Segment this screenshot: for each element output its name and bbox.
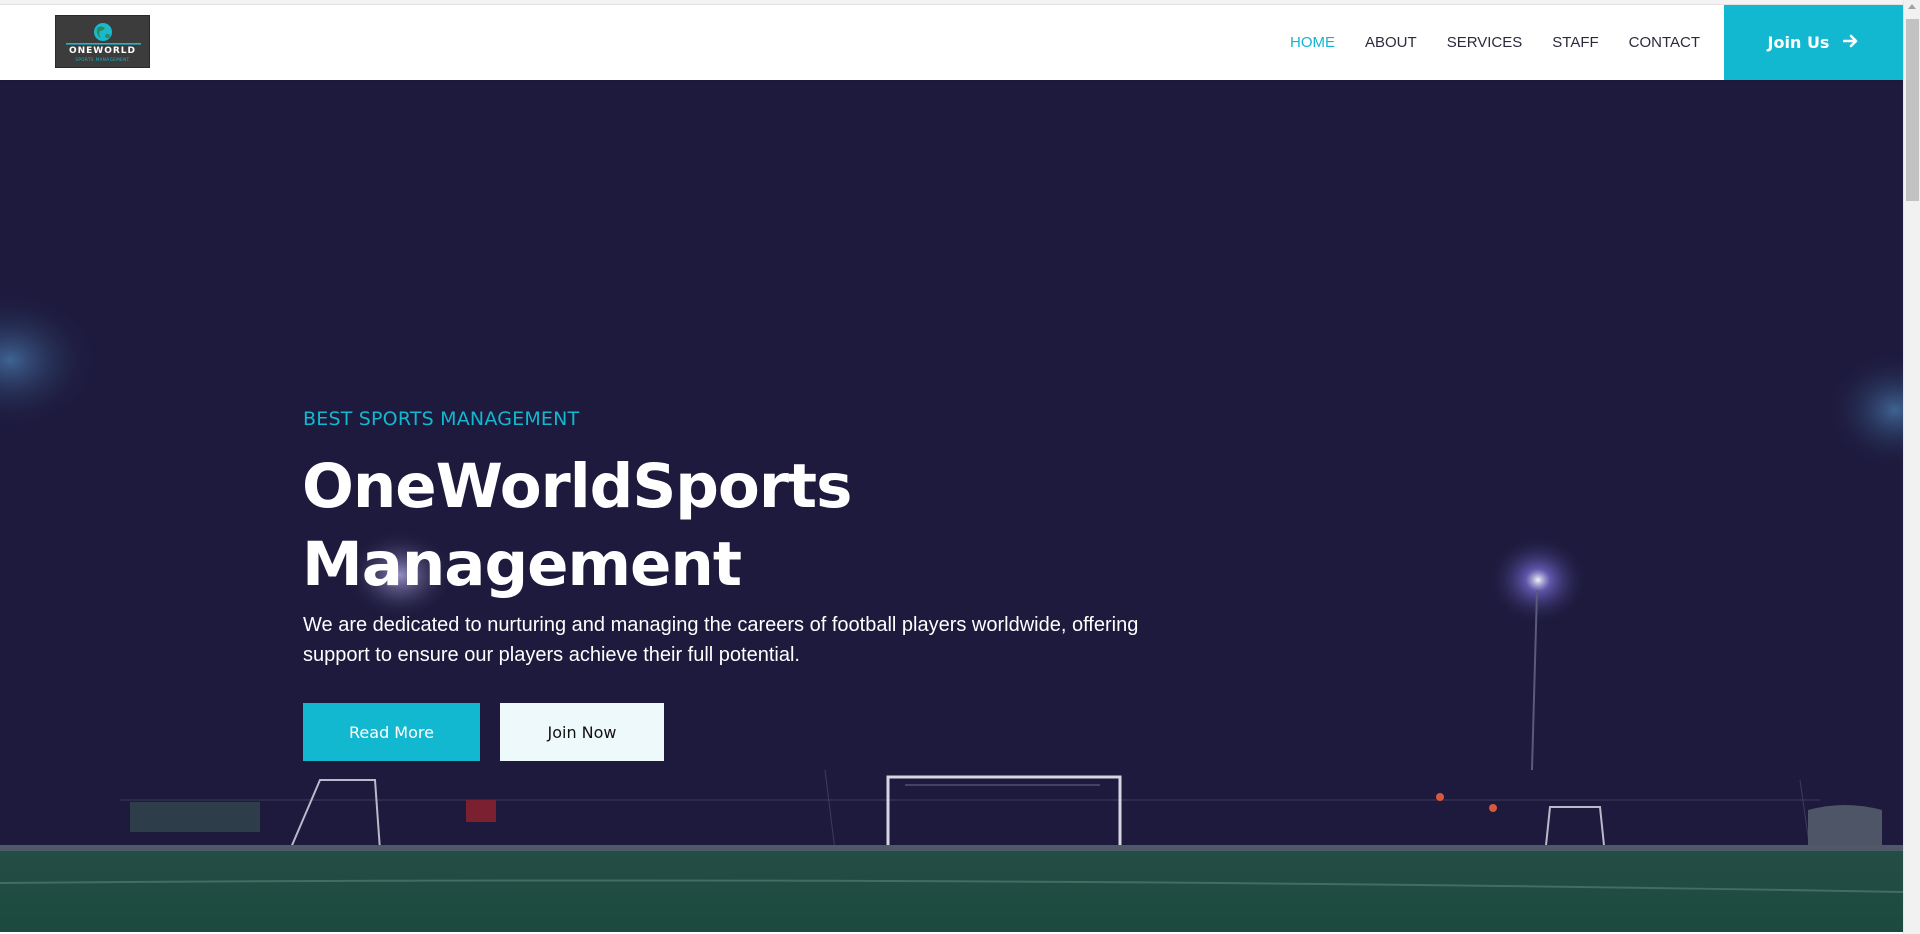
join-us-label: Join Us bbox=[1767, 33, 1830, 52]
arrow-right-icon bbox=[1843, 33, 1859, 52]
hero-description: We are dedicated to nurturing and managi… bbox=[303, 614, 1139, 666]
hero-title: OneWorldSports Management bbox=[302, 448, 1202, 604]
join-us-button[interactable]: Join Us bbox=[1724, 5, 1903, 80]
vertical-scrollbar[interactable] bbox=[1903, 0, 1920, 934]
hero-title-line-1: OneWorldSports bbox=[302, 451, 852, 522]
hero-eyebrow: BEST SPORTS MANAGEMENT bbox=[303, 408, 580, 430]
scrollbar-thumb[interactable] bbox=[1906, 19, 1919, 201]
nav-contact[interactable]: CONTACT bbox=[1629, 34, 1700, 51]
read-more-button[interactable]: Read More bbox=[303, 703, 480, 761]
site-logo[interactable]: ONEWORLD SPORTS MANAGEMENT bbox=[55, 15, 150, 68]
logo-wordmark: ONEWORLD bbox=[68, 46, 137, 56]
nav-about[interactable]: ABOUT bbox=[1365, 34, 1417, 51]
join-now-button[interactable]: Join Now bbox=[500, 703, 664, 761]
hero-section: BEST SPORTS MANAGEMENT OneWorldSports Ma… bbox=[0, 80, 1903, 932]
hero-title-line-2: Management bbox=[302, 529, 742, 600]
logo-tagline: SPORTS MANAGEMENT bbox=[75, 57, 130, 62]
main-nav: HOME ABOUT SERVICES STAFF CONTACT bbox=[1290, 5, 1730, 80]
nav-staff[interactable]: STAFF bbox=[1552, 34, 1598, 51]
scroll-up-arrow-icon[interactable] bbox=[1908, 4, 1916, 9]
nav-home[interactable]: HOME bbox=[1290, 34, 1335, 51]
site-header: ONEWORLD SPORTS MANAGEMENT HOME ABOUT SE… bbox=[0, 5, 1903, 80]
nav-services[interactable]: SERVICES bbox=[1447, 34, 1523, 51]
